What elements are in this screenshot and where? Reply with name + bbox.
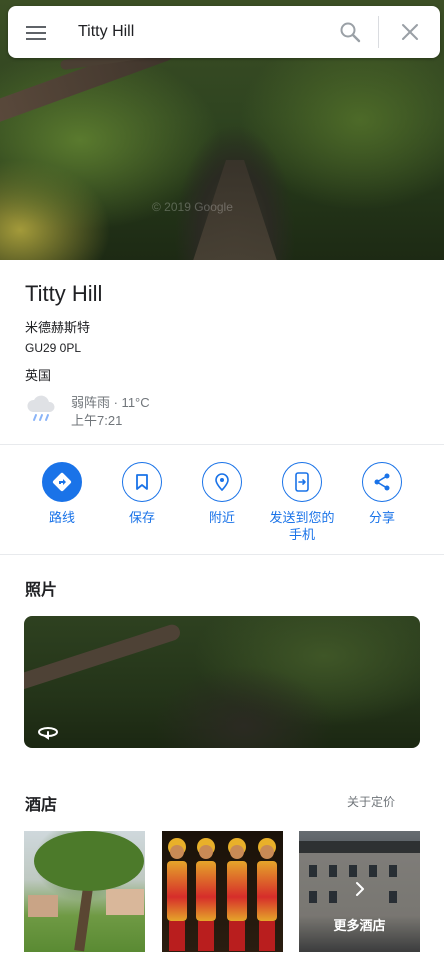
- place-title: Titty Hill: [25, 281, 103, 306]
- save-button[interactable]: 保存: [102, 462, 182, 526]
- search-input[interactable]: Titty Hill: [78, 23, 134, 41]
- photos-section-title: 照片: [25, 582, 58, 599]
- street-view-icon: [38, 727, 58, 740]
- more-hotels-label: 更多酒店: [333, 918, 386, 933]
- send-to-phone-button[interactable]: 发送到您的手机: [262, 462, 342, 543]
- nearby-label: 附近: [208, 510, 235, 525]
- directions-button[interactable]: 路线: [22, 462, 102, 526]
- bookmark-icon: [136, 474, 148, 490]
- chevron-right-icon: [356, 882, 364, 896]
- search-icon[interactable]: [338, 20, 362, 44]
- share-icon: [374, 473, 390, 491]
- rain-cloud-icon: [27, 395, 55, 421]
- weather-time: 上午7:21: [71, 413, 123, 428]
- pricing-info-link[interactable]: 关于定价: [347, 793, 395, 810]
- close-icon[interactable]: [398, 20, 422, 44]
- address-postcode: GU29 0PL: [25, 341, 82, 355]
- hotel-photo[interactable]: [24, 831, 145, 952]
- search-divider: [378, 16, 379, 48]
- send-to-phone-label: 发送到您的手机: [269, 510, 335, 542]
- directions-icon: [52, 472, 72, 492]
- search-bar: Titty Hill: [8, 6, 440, 58]
- tree-branch: [24, 622, 183, 694]
- more-hotels-button[interactable]: 更多酒店: [299, 831, 420, 952]
- directions-label: 路线: [48, 510, 75, 525]
- divider: [0, 444, 444, 445]
- hotel-photo[interactable]: [162, 831, 283, 952]
- save-label: 保存: [128, 510, 155, 525]
- send-to-phone-icon: [295, 472, 309, 492]
- weather-condition: 弱阵雨 · 11°C: [71, 395, 150, 410]
- nearby-icon: [215, 473, 229, 492]
- hotels-section-title: 酒店: [25, 797, 58, 814]
- divider: [0, 554, 444, 555]
- image-watermark: © 2019 Google: [152, 200, 233, 214]
- address-country: 英国: [25, 368, 52, 383]
- nearby-button[interactable]: 附近: [182, 462, 262, 526]
- share-label: 分享: [368, 510, 395, 525]
- address-city: 米德赫斯特: [25, 320, 91, 335]
- menu-icon[interactable]: [26, 22, 48, 42]
- street-view-photo[interactable]: [24, 616, 420, 748]
- share-button[interactable]: 分享: [342, 462, 422, 526]
